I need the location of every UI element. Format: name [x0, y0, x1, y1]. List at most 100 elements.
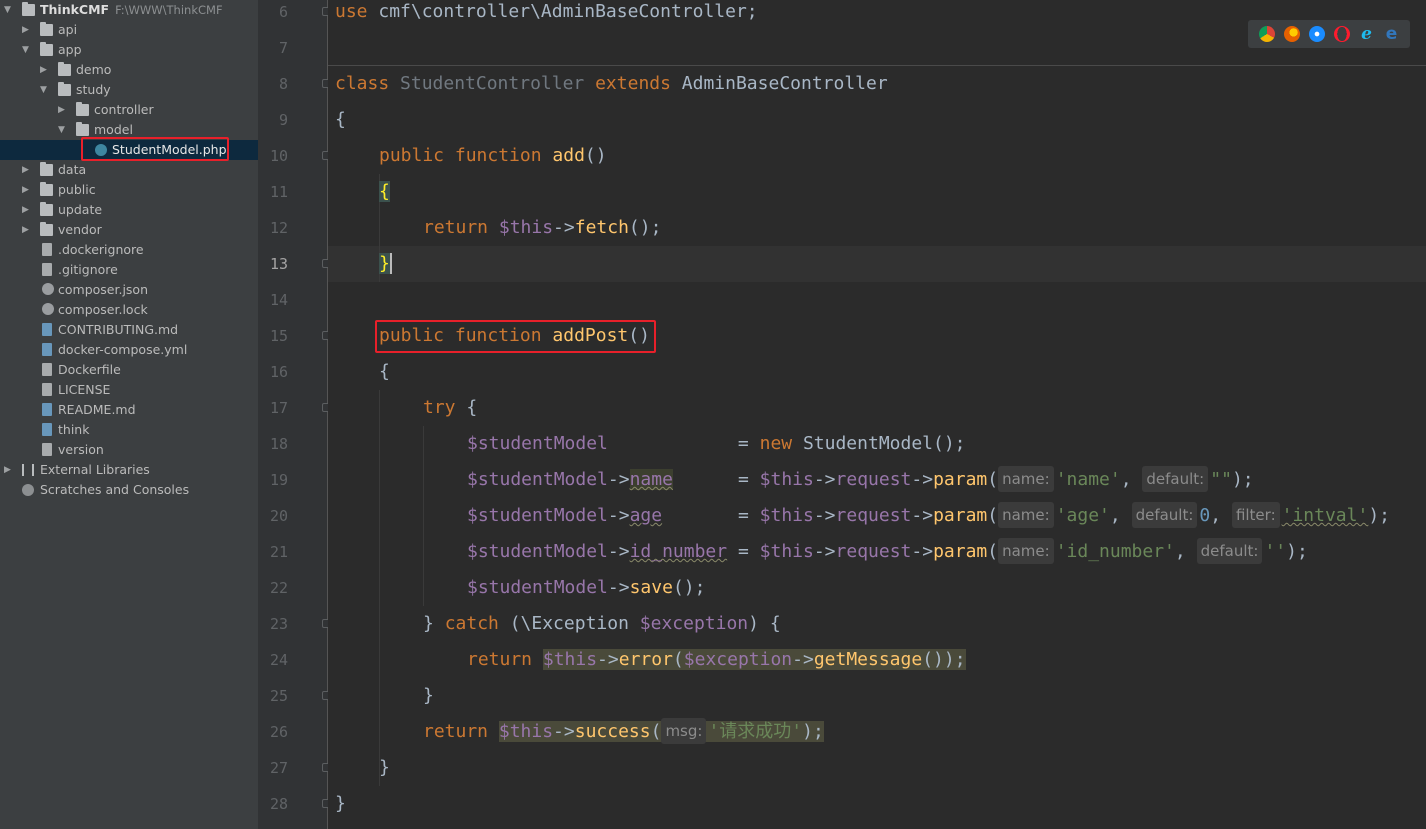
tree-item-app[interactable]: ▼ app — [0, 40, 258, 60]
tree-item-controller[interactable]: ▶ controller — [0, 100, 258, 120]
chevron-right-icon[interactable]: ▶ — [22, 180, 32, 200]
code-token: = — [607, 433, 760, 454]
scratches-icon — [22, 484, 34, 496]
code-line-10[interactable]: public function add() — [379, 138, 607, 174]
code-line-21[interactable]: $studentModel->id_number = $this->reques… — [467, 534, 1308, 570]
tree-item-label: api — [58, 22, 78, 37]
tree-item-study[interactable]: ▼ study — [0, 80, 258, 100]
folder-icon — [76, 102, 89, 116]
code-line-23[interactable]: } catch (\Exception $exception) { — [423, 606, 781, 642]
ie-icon[interactable]: e — [1359, 26, 1375, 43]
code-line-20[interactable]: $studentModel->age = $this->request->par… — [467, 498, 1390, 534]
code-token: , — [1210, 505, 1232, 526]
line-number: 26 — [269, 723, 288, 741]
tree-item-public[interactable]: ▶ public — [0, 180, 258, 200]
code-token: return — [423, 721, 499, 742]
code-token: , — [1120, 469, 1143, 490]
chevron-right-icon[interactable]: ▶ — [22, 220, 32, 240]
tree-item-api[interactable]: ▶ api — [0, 20, 258, 40]
code-token: ); — [802, 721, 824, 742]
tree-item-license[interactable]: LICENSE — [0, 380, 258, 400]
line-number: 19 — [269, 471, 288, 489]
chevron-right-icon[interactable]: ▶ — [22, 20, 32, 40]
dockerfile-icon — [42, 363, 52, 376]
tree-item-composer-json[interactable]: composer.json — [0, 280, 258, 300]
tree-item-project-root[interactable]: ▼ ThinkCMF F:\WWW\ThinkCMF — [0, 0, 258, 20]
tree-item-external-libraries[interactable]: ▶ External Libraries — [0, 460, 258, 480]
line-number: 7 — [278, 39, 288, 57]
edge-icon[interactable]: e — [1384, 26, 1400, 43]
code-line-6[interactable]: use cmf\controller\AdminBaseController; — [335, 0, 758, 30]
tree-item-dockerignore[interactable]: .dockerignore — [0, 240, 258, 260]
chevron-down-icon[interactable]: ▼ — [58, 120, 68, 140]
docker-compose-file-icon — [42, 343, 52, 356]
tree-item-composer-lock[interactable]: composer.lock — [0, 300, 258, 320]
chevron-right-icon[interactable]: ▶ — [58, 100, 68, 120]
code-line-16[interactable]: { — [379, 354, 390, 390]
chevron-right-icon[interactable]: ▶ — [4, 460, 14, 480]
tree-item-readme-md[interactable]: README.md — [0, 400, 258, 420]
parameter-hint: msg: — [661, 718, 707, 744]
tree-item-docker-compose[interactable]: docker-compose.yml — [0, 340, 258, 360]
tree-item-gitignore[interactable]: .gitignore — [0, 260, 258, 280]
parameter-hint: filter: — [1231, 502, 1280, 528]
code-line-9[interactable]: { — [335, 102, 346, 138]
parameter-hint: default: — [1131, 502, 1198, 528]
code-token: $this — [759, 541, 814, 562]
code-token: -> — [607, 541, 630, 562]
folder-icon — [40, 42, 53, 56]
tree-item-contributing-md[interactable]: CONTRIBUTING.md — [0, 320, 258, 340]
tree-item-update[interactable]: ▶ update — [0, 200, 258, 220]
folder-icon — [40, 222, 53, 236]
code-line-22[interactable]: $studentModel->save(); — [467, 570, 705, 606]
code-line-24[interactable]: return $this->error($exception->getMessa… — [467, 642, 966, 678]
project-tree[interactable]: ▼ ThinkCMF F:\WWW\ThinkCMF ▶ api ▼ app ▶ … — [0, 0, 258, 829]
code-token: param — [933, 469, 988, 490]
chevron-right-icon[interactable]: ▶ — [40, 60, 50, 80]
tree-item-dockerfile[interactable]: Dockerfile — [0, 360, 258, 380]
code-line-18[interactable]: $studentModel = new StudentModel(); — [467, 426, 966, 462]
code-line-12[interactable]: return $this->fetch(); — [423, 210, 661, 246]
firefox-icon[interactable] — [1283, 26, 1300, 42]
tree-item-vendor[interactable]: ▶ vendor — [0, 220, 258, 240]
tree-item-data[interactable]: ▶ data — [0, 160, 258, 180]
code-token: -> — [553, 217, 575, 238]
tree-item-label: demo — [76, 62, 112, 77]
code-line-19[interactable]: $studentModel->name = $this->request->pa… — [467, 462, 1254, 498]
chevron-down-icon[interactable]: ▼ — [22, 40, 32, 60]
code-editor[interactable]: use cmf\controller\AdminBaseController; … — [328, 0, 1426, 829]
code-line-11[interactable]: { — [379, 174, 390, 210]
indent-guide — [423, 426, 424, 606]
code-token: -> — [911, 541, 934, 562]
safari-icon[interactable] — [1308, 26, 1325, 42]
chevron-right-icon[interactable]: ▶ — [22, 200, 32, 220]
browser-preview-toolbar: e e — [1248, 20, 1410, 48]
tree-item-version[interactable]: version — [0, 440, 258, 460]
code-line-28[interactable]: } — [335, 786, 346, 822]
code-line-26[interactable]: return $this->success(msg: '请求成功'); — [423, 714, 824, 750]
code-line-8[interactable]: class StudentController extends AdminBas… — [335, 66, 888, 102]
code-token: = — [672, 469, 760, 490]
tree-item-think[interactable]: think — [0, 420, 258, 440]
code-token: AdminBaseController — [670, 73, 888, 94]
code-token: = — [727, 541, 760, 562]
code-token: return — [467, 649, 543, 670]
line-number: 15 — [269, 327, 288, 345]
chevron-down-icon[interactable]: ▼ — [4, 0, 14, 20]
code-line-25[interactable]: } — [423, 678, 434, 714]
code-line-13[interactable]: } — [379, 246, 392, 282]
tree-item-demo[interactable]: ▶ demo — [0, 60, 258, 80]
tree-item-label: think — [58, 422, 90, 437]
chevron-right-icon[interactable]: ▶ — [22, 160, 32, 180]
opera-icon[interactable] — [1333, 26, 1350, 42]
code-line-17[interactable]: try { — [423, 390, 477, 426]
chrome-icon[interactable] — [1258, 26, 1275, 42]
tree-item-scratches[interactable]: Scratches and Consoles — [0, 480, 258, 500]
code-token: StudentController — [389, 73, 596, 94]
chevron-down-icon[interactable]: ▼ — [40, 80, 50, 100]
folder-icon — [58, 82, 71, 96]
code-token: -> — [607, 577, 630, 598]
current-line-highlight — [328, 246, 1426, 282]
code-line-27[interactable]: } — [379, 750, 390, 786]
ignore-file-icon — [42, 263, 52, 276]
